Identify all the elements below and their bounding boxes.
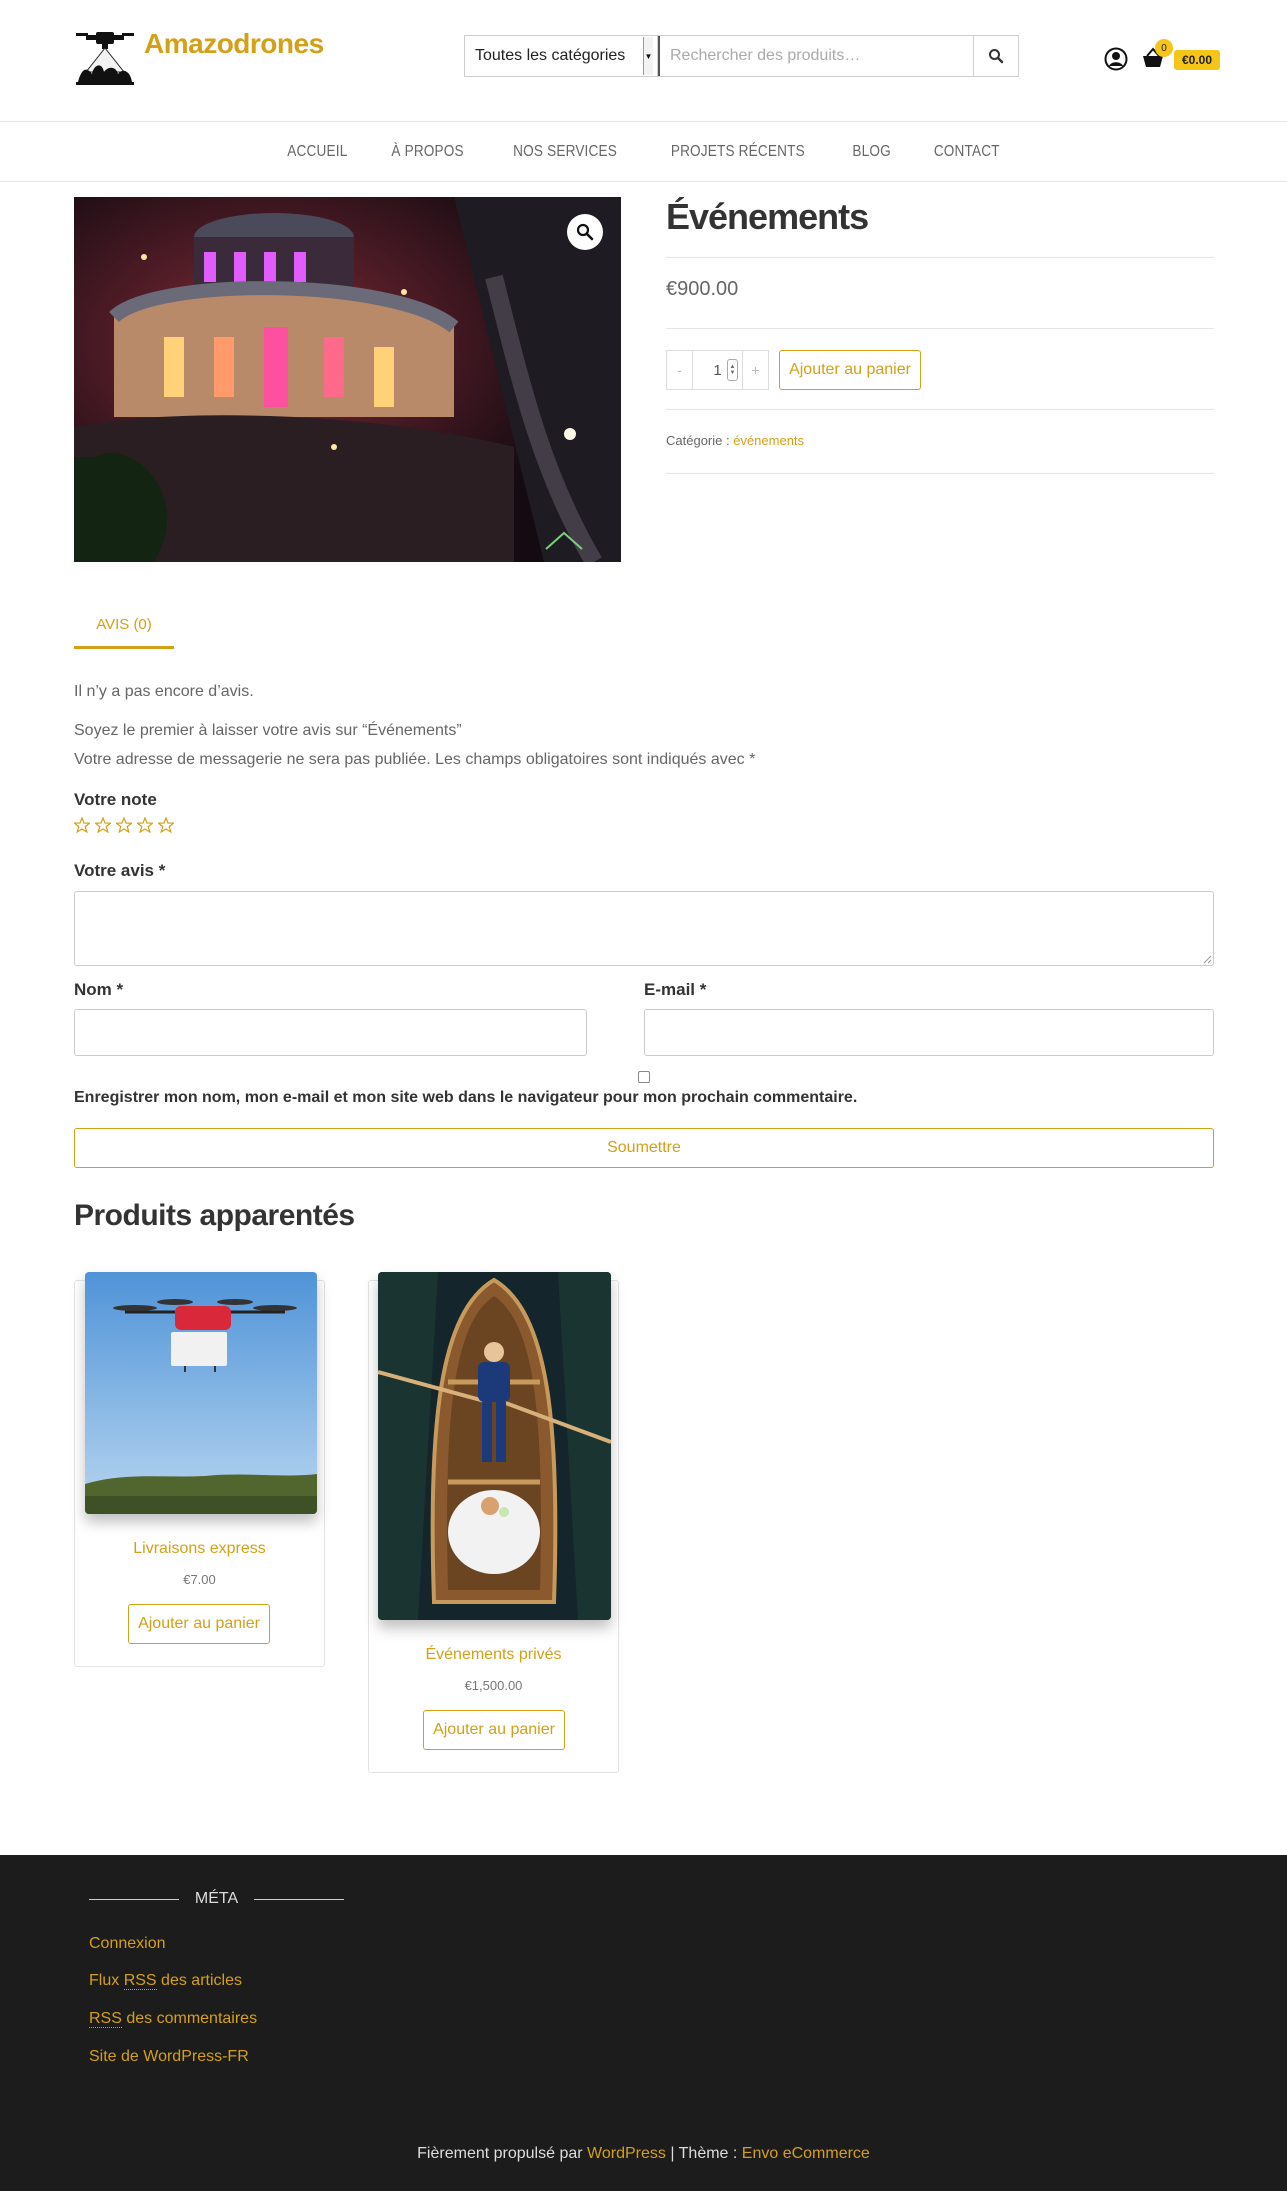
product-price: €900.00 [666, 278, 739, 300]
rss-abbr: RSS [123, 1972, 157, 1990]
quantity-stepper: - 1 ▲ ▼ + [666, 350, 769, 390]
related-product-price: €1,500.00 [464, 1678, 523, 1693]
quantity-input[interactable]: 1 ▲ ▼ [693, 351, 742, 389]
related-product-price: €7.00 [183, 1572, 216, 1587]
related-product-name[interactable]: Événements privés [369, 1646, 618, 1664]
product-search-form: Toutes les catégories ▼ [464, 35, 1019, 77]
product-thumbnail[interactable] [85, 1272, 317, 1514]
nav-item-contact[interactable]: CONTACT [934, 143, 1000, 161]
required-mark: * [116, 980, 124, 999]
account-icon[interactable] [1104, 47, 1128, 71]
cart-count-badge: 0 [1155, 39, 1173, 57]
search-button[interactable] [973, 36, 1018, 76]
nav-item-accueil[interactable]: ACCUEIL [287, 143, 347, 161]
tab-reviews[interactable]: AVIS (0) [74, 603, 174, 649]
email-notice: Votre adresse de messagerie ne sera pas … [74, 751, 756, 768]
divider [89, 1898, 179, 1900]
login-link[interactable]: Connexion [89, 1935, 166, 1953]
nav-item-blog[interactable]: BLOG [853, 143, 891, 161]
name-label-text: Nom [74, 980, 112, 999]
product-category: Catégorie : événements [666, 433, 804, 448]
rss-comments-post: des commentaires [126, 2010, 258, 2027]
product-thumbnail[interactable] [378, 1272, 611, 1620]
add-to-cart-button[interactable]: Ajouter au panier [423, 1710, 565, 1750]
related-product-card: Livraisons express €7.00 Ajouter au pani… [74, 1272, 325, 1667]
star-icon[interactable] [137, 817, 153, 833]
rss-articles-link[interactable]: Flux RSS des articles [89, 1972, 242, 1990]
cart-total[interactable]: €0.00 [1174, 50, 1221, 70]
meta-widget-heading: MÉTA [89, 1890, 344, 1908]
add-to-cart-button[interactable]: Ajouter au panier [779, 350, 921, 390]
review-prompt: Soyez le premier à laisser votre avis su… [74, 722, 462, 739]
rating-label: Votre note [74, 790, 157, 809]
divider [666, 257, 1214, 258]
name-field[interactable] [74, 1009, 587, 1056]
meta-title: MÉTA [194, 1890, 239, 1907]
nav-item-projets-recents[interactable]: PROJETS RÉCENTS [671, 143, 805, 161]
quantity-decrease-button[interactable]: - [667, 351, 693, 389]
related-product-card: Événements privés €1,500.00 Ajouter au p… [368, 1272, 619, 1773]
related-product-name[interactable]: Livraisons express [75, 1540, 324, 1558]
quantity-value: 1 [713, 361, 722, 379]
required-mark: * [699, 980, 707, 999]
divider [253, 1898, 344, 1900]
quantity-increase-button[interactable]: + [742, 351, 768, 389]
site-title[interactable]: Amazodrones [144, 28, 324, 60]
category-label: Catégorie : [666, 433, 730, 448]
site-header: Amazodrones Toutes les catégories ▼ 0 €0… [0, 0, 1287, 122]
category-select-value: Toutes les catégories [475, 47, 626, 64]
nav-item-a-propos[interactable]: À PROPOS [392, 143, 464, 161]
spin-arrows-icon[interactable]: ▲ ▼ [727, 359, 738, 381]
save-info-checkbox[interactable] [638, 1071, 650, 1083]
nav-item-nos-services[interactable]: NOS SERVICES [513, 143, 617, 161]
zoom-button[interactable] [567, 214, 603, 250]
name-label: Nom * [74, 980, 123, 1000]
email-label: E-mail * [644, 980, 706, 1000]
star-rating-input [74, 817, 174, 833]
category-link[interactable]: événements [733, 433, 804, 448]
credit-text: Fièrement propulsé par [417, 2145, 583, 2162]
related-products-title: Produits apparentés [74, 1199, 355, 1232]
review-textarea[interactable] [74, 891, 1214, 966]
rss-comments-link[interactable]: RSS des commentaires [89, 2010, 257, 2028]
credit-separator: | Thème : [670, 2145, 738, 2162]
wordpress-fr-link[interactable]: Site de WordPress-FR [89, 2048, 249, 2066]
star-icon[interactable] [158, 817, 174, 833]
site-logo[interactable] [74, 26, 136, 90]
star-icon[interactable] [95, 817, 111, 833]
required-mark: * [158, 861, 166, 880]
chevron-down-icon: ▼ [643, 37, 653, 75]
divider [666, 473, 1214, 474]
product-title: Événements [666, 196, 869, 237]
drone-logo-icon [76, 32, 134, 85]
email-label-text: E-mail [644, 980, 696, 999]
email-field[interactable] [644, 1009, 1214, 1056]
resize-handle-icon[interactable] [1202, 954, 1212, 964]
star-icon[interactable] [74, 817, 90, 833]
review-label: Votre avis * [74, 861, 165, 881]
submit-review-button[interactable]: Soumettre [74, 1128, 1214, 1168]
review-label-text: Votre avis [74, 861, 155, 880]
divider [666, 328, 1214, 329]
rss-abbr: RSS [89, 2010, 122, 2028]
main-navigation: ACCUEIL À PROPOS NOS SERVICES PROJETS RÉ… [0, 122, 1287, 182]
rss-articles-post: des articles [161, 1972, 242, 1989]
wordpress-link[interactable]: WordPress [587, 2145, 666, 2162]
star-icon[interactable] [116, 817, 132, 833]
divider [666, 409, 1214, 410]
product-image[interactable] [74, 197, 621, 562]
search-input[interactable] [658, 36, 973, 76]
footer-credit: Fièrement propulsé par WordPress | Thème… [0, 2145, 1287, 2163]
search-icon [989, 49, 1004, 64]
category-select[interactable]: Toutes les catégories ▼ [465, 36, 658, 76]
theme-link[interactable]: Envo eCommerce [742, 2145, 870, 2162]
add-to-cart-button[interactable]: Ajouter au panier [128, 1604, 270, 1644]
save-info-label: Enregistrer mon nom, mon e-mail et mon s… [74, 1089, 858, 1106]
magnifier-icon [576, 223, 594, 241]
no-reviews-text: Il n’y a pas encore d’avis. [74, 683, 254, 700]
rss-articles-pre: Flux [89, 1972, 120, 1989]
